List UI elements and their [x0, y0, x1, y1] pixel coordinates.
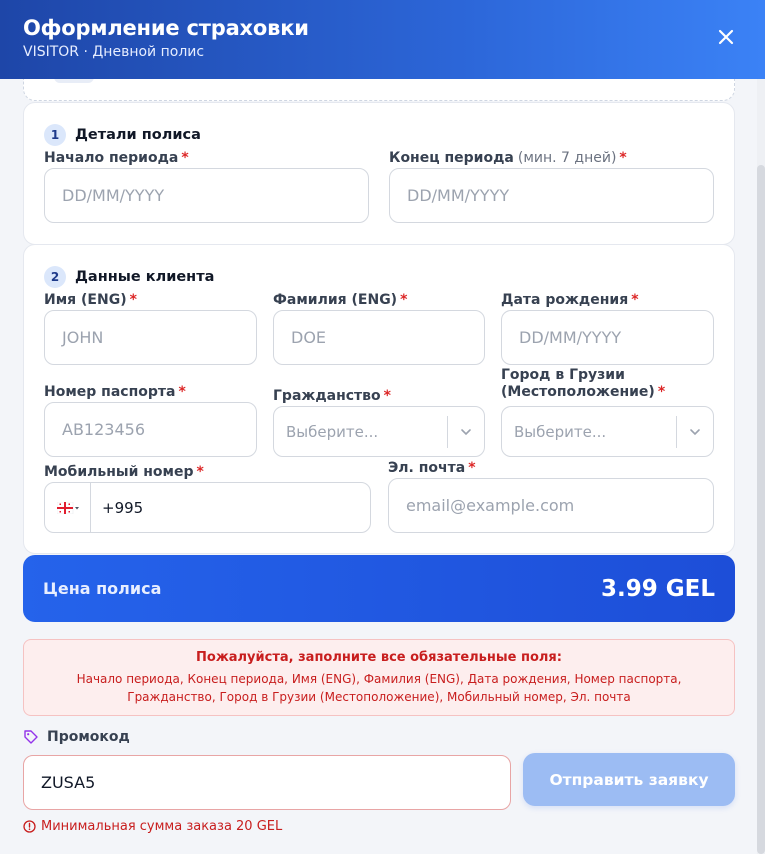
error-list: Начало периода, Конец периода, Имя (ENG)… — [76, 672, 682, 704]
last-name-input[interactable]: DOE — [273, 310, 485, 365]
section-header-policy: 1 Детали полиса — [44, 124, 201, 146]
previous-section-remnant — [23, 79, 735, 101]
chevron-down-icon[interactable] — [677, 425, 713, 439]
tag-icon — [24, 730, 38, 744]
phone-label: Мобильный номер * — [44, 464, 204, 480]
end-date-label: Конец периода (мин. 7 дней) * — [389, 150, 627, 166]
close-button[interactable] — [715, 26, 737, 48]
georgia-flag-icon — [56, 501, 79, 514]
last-name-label: Фамилия (ENG) * — [273, 292, 408, 308]
start-date-label: Начало периода * — [44, 150, 189, 166]
city-label: Город в Грузии (Местоположение) * — [501, 367, 666, 400]
first-name-input[interactable]: JOHN — [44, 310, 257, 365]
modal-title: Оформление страховки — [23, 16, 309, 40]
step-number: 2 — [44, 266, 66, 288]
section-title: Детали полиса — [75, 127, 201, 143]
phone-input[interactable]: +995 — [44, 482, 371, 533]
phone-value: +995 — [102, 498, 144, 517]
modal-header: Оформление страховки VISITOR · Дневной п… — [0, 0, 765, 79]
email-input[interactable]: email@example.com — [388, 478, 714, 533]
city-select[interactable]: Выберите... — [501, 406, 714, 457]
citizenship-label: Гражданство * — [273, 388, 391, 404]
alert-circle-icon — [23, 820, 36, 833]
first-name-label: Имя (ENG) * — [44, 292, 137, 308]
citizenship-select[interactable]: Выберите... — [273, 406, 485, 457]
validation-error-box: Пожалуйста, заполните все обязательные п… — [23, 639, 735, 716]
client-details-card: 2 Данные клиента Имя (ENG) * JOHN Фамилия… — [23, 244, 735, 554]
city-value: Выберите... — [514, 422, 607, 441]
price-label: Цена полиса — [43, 579, 162, 598]
price-value: 3.99 GEL — [600, 575, 715, 602]
passport-label: Номер паспорта * — [44, 384, 186, 400]
promo-input[interactable]: ZUSA5 — [23, 755, 511, 810]
section-header-client: 2 Данные клиента — [44, 266, 214, 288]
section-title: Данные клиента — [75, 269, 215, 285]
citizenship-value: Выберите... — [286, 422, 379, 441]
modal-body: 1 Детали полиса Начало периода * DD/MM/YY… — [0, 79, 765, 854]
step-number: 1 — [44, 124, 66, 146]
error-title: Пожалуйста, заполните все обязательные п… — [196, 650, 562, 665]
email-label: Эл. почта * — [388, 460, 476, 476]
close-icon — [718, 29, 734, 45]
end-date-input[interactable]: DD/MM/YYYY — [389, 168, 714, 223]
modal-subtitle: VISITOR · Дневной полис — [23, 44, 205, 60]
passport-input[interactable]: AB123456 — [44, 402, 257, 457]
country-code-selector[interactable] — [45, 483, 91, 532]
policy-details-card: 1 Детали полиса Начало периода * DD/MM/YY… — [23, 102, 735, 245]
submit-button[interactable]: Отправить заявку — [523, 753, 735, 806]
start-date-input[interactable]: DD/MM/YYYY — [44, 168, 369, 223]
dob-input[interactable]: DD/MM/YYYY — [501, 310, 714, 365]
price-banner: Цена полиса 3.99 GEL — [23, 555, 735, 622]
dob-label: Дата рождения * — [501, 292, 639, 308]
chevron-down-icon[interactable] — [448, 425, 484, 439]
promo-label: Промокод — [23, 729, 130, 745]
promo-error: Минимальная сумма заказа 20 GEL — [23, 819, 282, 834]
